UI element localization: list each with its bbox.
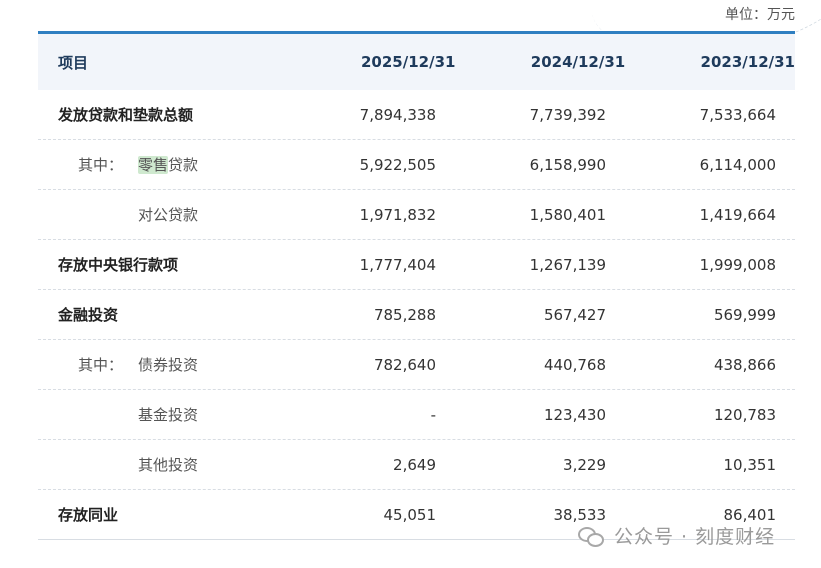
- cell-2023: 438,866: [713, 355, 776, 374]
- cell-2024: 6,158,990: [529, 155, 606, 174]
- table-row: 发放贷款和垫款总额 7,894,338 7,739,392 7,533,664: [38, 90, 795, 140]
- cell-2023: 120,783: [713, 405, 776, 424]
- cell-2025: 2,649: [393, 455, 436, 474]
- header-item: 项目: [58, 53, 89, 72]
- cell-2023: 569,999: [713, 305, 776, 324]
- watermark: 公众号 · 刻度财经: [578, 522, 775, 549]
- row-label: 存放同业: [58, 506, 119, 524]
- table-row: 对公贷款 1,971,832 1,580,401 1,419,664: [38, 190, 795, 240]
- table-row: 其他投资 2,649 3,229 10,351: [38, 440, 795, 490]
- table-row: 其中： 债券投资 782,640 440,768 438,866: [38, 340, 795, 390]
- header-2024: 2024/12/31: [530, 53, 626, 71]
- row-prefix: 其中：: [78, 156, 124, 174]
- cell-2025: 1,971,832: [359, 205, 436, 224]
- row-prefix: 其中：: [78, 356, 124, 374]
- cell-2024: 3,229: [563, 455, 606, 474]
- cell-2024: 567,427: [543, 305, 606, 324]
- cell-2024: 1,267,139: [529, 255, 606, 274]
- cell-2025: 1,777,404: [359, 255, 436, 274]
- cell-2024: 1,580,401: [529, 205, 606, 224]
- cell-2025: 45,051: [383, 505, 437, 524]
- cell-2023: 10,351: [723, 455, 777, 474]
- cell-2023: 7,533,664: [699, 105, 776, 124]
- cell-2024: 440,768: [543, 355, 606, 374]
- financial-table: 项目 2025/12/31 2024/12/31 2023/12/31 发放贷款…: [38, 31, 795, 540]
- highlighted-text: 零售: [138, 156, 169, 174]
- cell-2023: 6,114,000: [699, 155, 776, 174]
- unit-label: 单位：万元: [725, 7, 795, 23]
- table-row: 其中： 零售贷款 5,922,505 6,158,990 6,114,000: [38, 140, 795, 190]
- row-label: 对公贷款: [138, 206, 199, 224]
- row-label: 金融投资: [58, 306, 119, 324]
- header-2025: 2025/12/31: [361, 53, 456, 71]
- cell-2023: 1,419,664: [699, 205, 776, 224]
- cell-2023: 86,401: [723, 505, 777, 524]
- cell-2025: 7,894,338: [359, 105, 436, 124]
- cell-2023: 1,999,008: [699, 255, 776, 274]
- cell-2024: 38,533: [553, 505, 607, 524]
- cell-2024: 123,430: [543, 405, 606, 424]
- cell-2025: 782,640: [373, 355, 436, 374]
- cell-2024: 7,739,392: [529, 105, 606, 124]
- row-label: 发放贷款和垫款总额: [58, 106, 194, 124]
- row-label: 其他投资: [138, 456, 199, 474]
- table-row: 基金投资 - 123,430 120,783: [38, 390, 795, 440]
- row-label: 债券投资: [138, 356, 199, 374]
- cell-2025: -: [430, 405, 436, 424]
- table-header: 项目 2025/12/31 2024/12/31 2023/12/31: [38, 31, 795, 90]
- header-2023: 2023/12/31: [700, 53, 795, 71]
- row-label: 基金投资: [138, 406, 199, 424]
- table-row: 存放中央银行款项 1,777,404 1,267,139 1,999,008: [38, 240, 795, 290]
- watermark-text: 公众号 · 刻度财经: [614, 526, 776, 548]
- cell-2025: 5,922,505: [359, 155, 436, 174]
- row-label: 零售贷款: [138, 156, 199, 174]
- table-row: 金融投资 785,288 567,427 569,999: [38, 290, 795, 340]
- wechat-icon: [578, 525, 606, 547]
- row-label: 存放中央银行款项: [58, 256, 179, 274]
- cell-2025: 785,288: [373, 305, 436, 324]
